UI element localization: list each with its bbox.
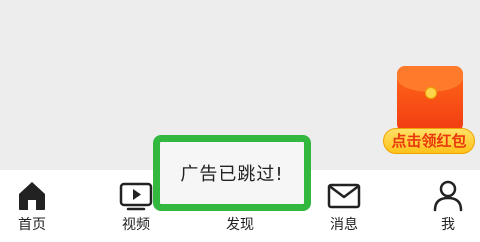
ad-skipped-toast: 广告已跳过! xyxy=(153,135,311,211)
tab-discover-label: 发现 xyxy=(226,217,254,233)
mail-icon xyxy=(327,183,361,209)
envelope-seal-icon xyxy=(425,87,437,99)
video-play-icon xyxy=(119,182,153,211)
red-envelope-promo[interactable]: 点击领红包 xyxy=(378,66,478,158)
tab-me-label: 我 xyxy=(441,217,455,233)
red-envelope-icon xyxy=(397,66,463,132)
claim-red-envelope-label: 点击领红包 xyxy=(383,128,475,154)
tab-messages-label: 消息 xyxy=(330,217,358,233)
tab-me[interactable]: 我 xyxy=(400,170,480,242)
home-icon xyxy=(19,182,45,210)
tab-home-label: 首页 xyxy=(18,217,46,233)
tab-home[interactable]: 首页 xyxy=(0,170,80,242)
tab-video-label: 视频 xyxy=(122,217,150,233)
user-icon xyxy=(433,180,463,212)
